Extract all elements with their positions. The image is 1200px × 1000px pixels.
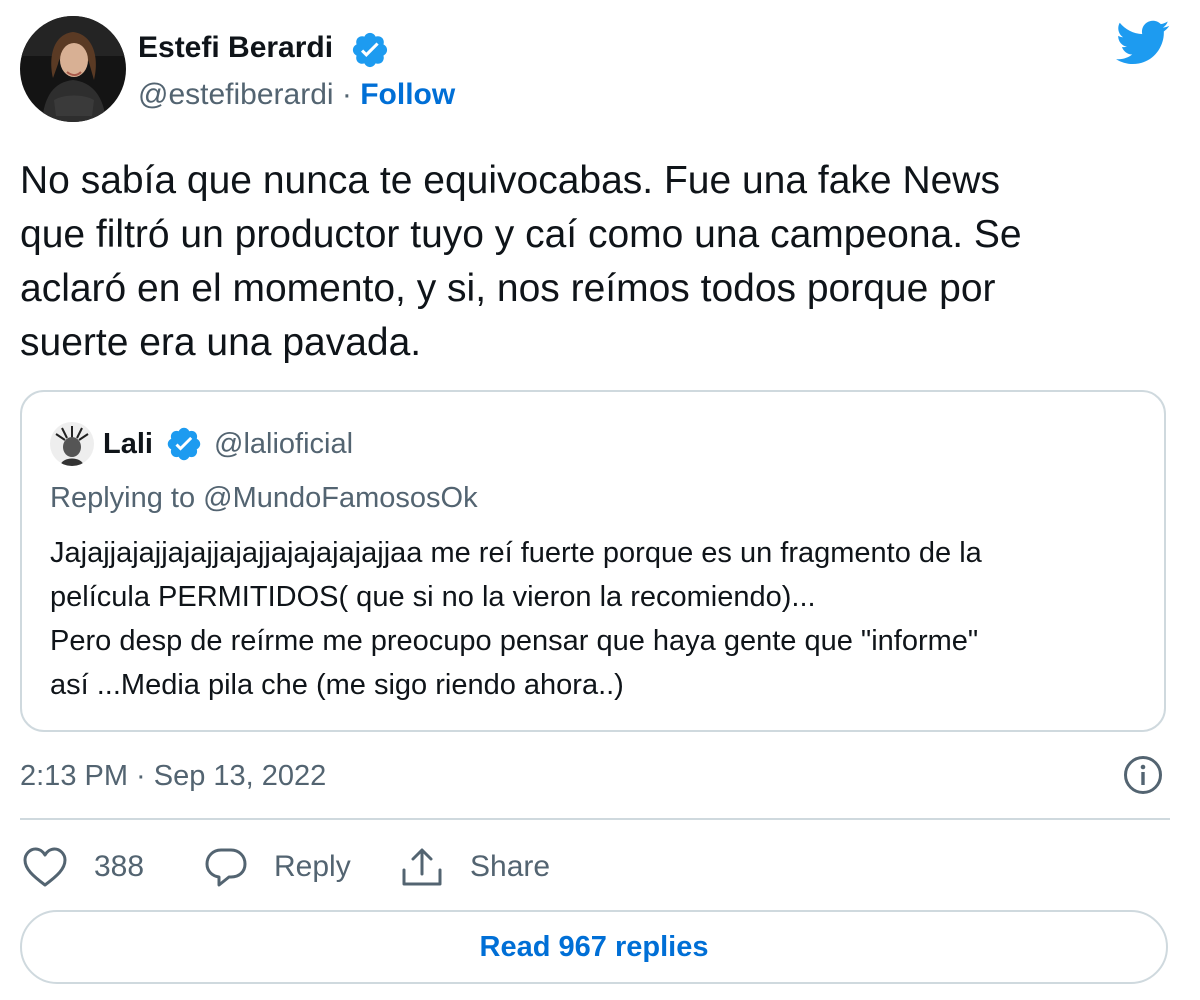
heart-icon	[22, 846, 68, 888]
handle-separator: ·	[341, 78, 352, 111]
read-replies-label: Read 967 replies	[479, 930, 709, 963]
tweet-timestamp[interactable]: 2:13 PM · Sep 13, 2022	[20, 756, 326, 796]
verified-badge-icon	[165, 425, 203, 463]
verified-badge-icon	[350, 30, 390, 70]
read-replies-button[interactable]: Read 967 replies	[20, 910, 1168, 984]
reply-label: Reply	[274, 850, 351, 883]
tweet-text: No sabía que nunca te equivocabas. Fue u…	[20, 159, 1022, 364]
author-handle[interactable]: @estefiberardi	[138, 78, 334, 111]
replying-to: Replying to @MundoFamososOk	[50, 482, 478, 514]
quoted-tweet-text: Jajajjajajjajajjajajjajajajajajjaa me re…	[50, 537, 982, 701]
divider	[20, 818, 1170, 820]
author-handle-line: @estefiberardi · Follow	[138, 75, 455, 115]
quoted-author-handle[interactable]: @lalioficial	[214, 425, 353, 463]
share-button[interactable]: Share	[400, 843, 550, 891]
quoted-author-avatar[interactable]	[50, 422, 94, 466]
author-avatar[interactable]	[20, 16, 126, 122]
like-count: 388	[94, 850, 145, 883]
share-label: Share	[470, 850, 551, 883]
reply-button[interactable]: Reply	[204, 843, 351, 891]
info-icon[interactable]	[1122, 754, 1164, 796]
like-button[interactable]: 388	[22, 843, 144, 891]
author-name[interactable]: Estefi Berardi	[138, 28, 333, 68]
twitter-bird-icon[interactable]	[1116, 20, 1170, 66]
follow-button[interactable]: Follow	[360, 78, 455, 111]
speech-bubble-icon	[204, 846, 248, 888]
quoted-author-name[interactable]: Lali	[103, 425, 153, 463]
share-upload-icon	[400, 846, 444, 888]
